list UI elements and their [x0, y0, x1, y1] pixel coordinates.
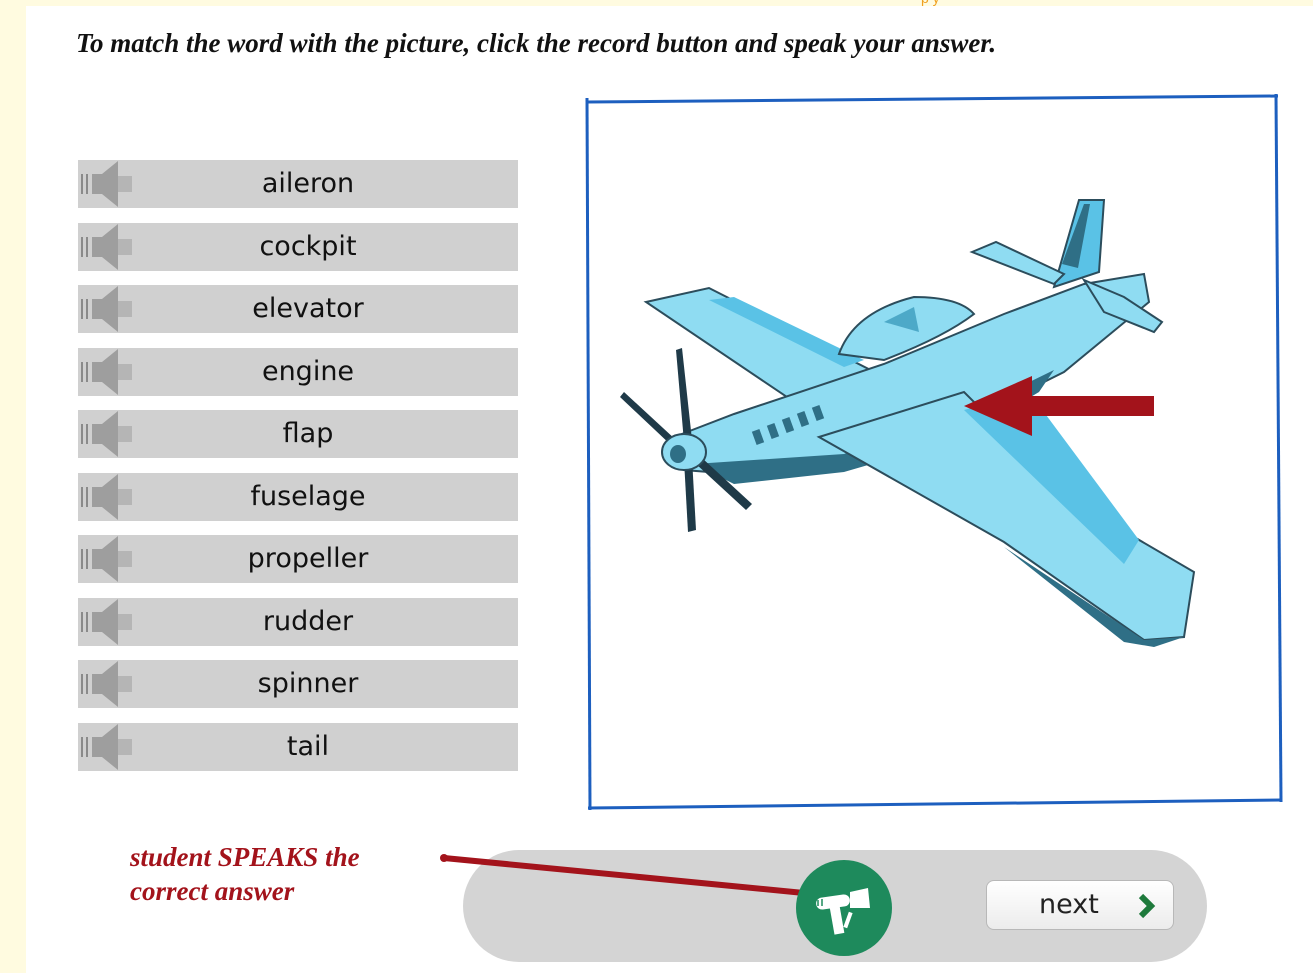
- word-item-flap[interactable]: flap: [78, 410, 518, 458]
- word-label: cockpit: [259, 230, 357, 262]
- cut-off-header-text: p y: [921, 0, 940, 5]
- chevron-right-icon: [1132, 892, 1160, 920]
- word-item-tail[interactable]: tail: [78, 722, 518, 771]
- word-list: aileron cockpit elevator engine flap fus…: [78, 160, 518, 785]
- microphone-icon: [816, 888, 870, 935]
- word-label: rudder: [262, 605, 354, 637]
- record-button[interactable]: [796, 860, 892, 956]
- word-label: fuselage: [250, 480, 366, 512]
- word-item-rudder[interactable]: rudder: [78, 597, 518, 646]
- word-item-elevator[interactable]: elevator: [78, 285, 518, 333]
- word-label: engine: [261, 355, 355, 387]
- word-item-cockpit[interactable]: cockpit: [78, 222, 518, 271]
- top-strip: p y: [26, 0, 1313, 6]
- annotation-text: student SPEAKS the correct answer: [130, 840, 360, 908]
- word-label: tail: [286, 730, 330, 762]
- word-item-aileron[interactable]: aileron: [78, 160, 518, 208]
- word-item-propeller[interactable]: propeller: [78, 535, 518, 583]
- word-label: aileron: [261, 168, 355, 199]
- picture-frame: [584, 92, 1284, 812]
- next-label: next: [1039, 889, 1099, 920]
- annotation-line-2: correct answer: [130, 876, 295, 906]
- instruction-text: To match the word with the picture, clic…: [76, 28, 997, 58]
- airplane-image: [620, 199, 1196, 647]
- word-item-fuselage[interactable]: fuselage: [78, 472, 518, 521]
- word-label: elevator: [252, 293, 364, 324]
- word-label: flap: [282, 418, 334, 449]
- word-item-engine[interactable]: engine: [78, 347, 518, 396]
- word-label: propeller: [247, 543, 369, 574]
- word-label: spinner: [257, 668, 359, 699]
- word-item-spinner[interactable]: spinner: [78, 660, 518, 708]
- lesson-page: p y To match the word with the picture, …: [26, 0, 1313, 973]
- annotation-line-1: student SPEAKS the: [130, 842, 360, 872]
- next-button[interactable]: next: [986, 880, 1174, 930]
